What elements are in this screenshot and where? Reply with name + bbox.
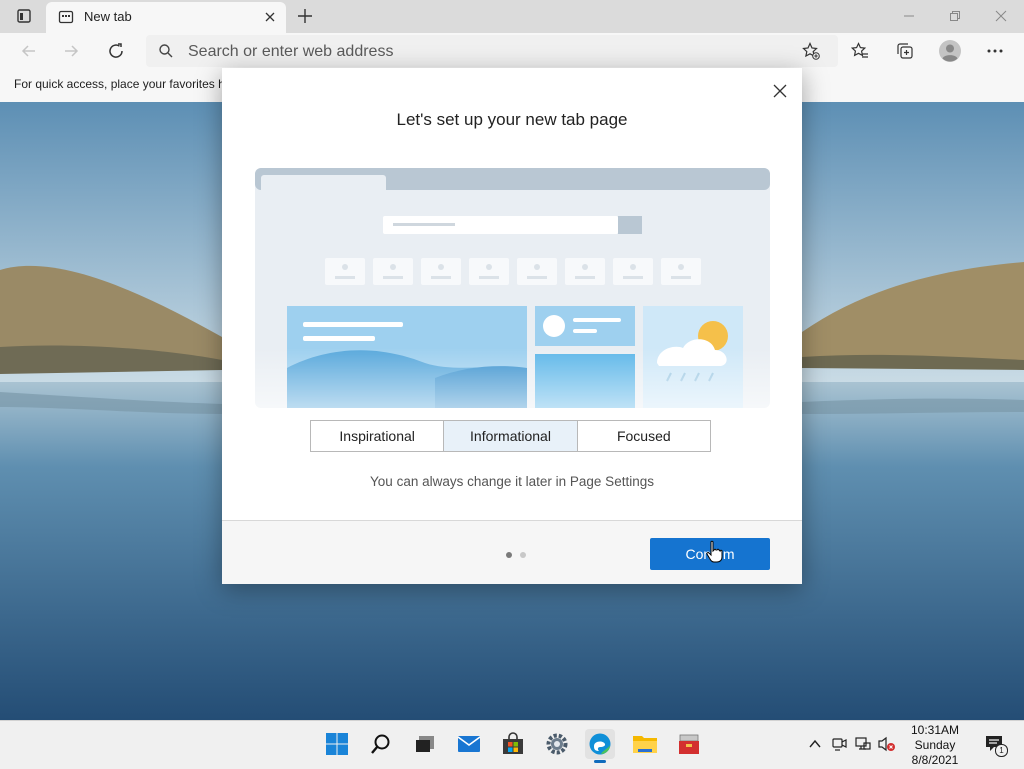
more-icon[interactable]: [980, 36, 1010, 66]
task-view-icon[interactable]: [410, 729, 440, 759]
search-taskbar-icon[interactable]: [366, 729, 396, 759]
layout-selector: Inspirational Informational Focused: [310, 420, 711, 452]
file-explorer-icon[interactable]: [630, 729, 660, 759]
active-app-indicator: [594, 760, 606, 763]
meet-now-icon[interactable]: [830, 735, 848, 753]
start-icon[interactable]: [322, 729, 352, 759]
notification-count: 1: [995, 744, 1008, 757]
edge-icon[interactable]: [585, 729, 615, 763]
settings-icon[interactable]: [542, 729, 572, 759]
mail-icon[interactable]: [454, 729, 484, 759]
address-placeholder[interactable]: Search or enter web address: [188, 43, 393, 61]
store-icon[interactable]: [498, 729, 528, 759]
search-icon: [158, 43, 174, 64]
dialog-footer: Confirm: [222, 520, 802, 584]
option-informational[interactable]: Informational: [443, 420, 578, 452]
back-icon[interactable]: [14, 36, 44, 66]
refresh-icon[interactable]: [101, 36, 131, 66]
new-tab-setup-dialog: Let's set up your new tab page Inspirati…: [222, 68, 802, 584]
minimize-icon[interactable]: [894, 4, 924, 28]
favorites-hint: For quick access, place your favorites h: [14, 77, 225, 91]
tab-new-tab[interactable]: New tab: [46, 2, 286, 33]
option-focused[interactable]: Focused: [576, 420, 711, 452]
page-dot-active: [506, 552, 512, 558]
network-icon[interactable]: [854, 735, 872, 753]
taskbar: 10:31AM Sunday 8/8/2021 1: [0, 720, 1024, 769]
forward-icon[interactable]: [56, 36, 86, 66]
title-bar: New tab: [0, 0, 1024, 33]
new-tab-page-icon: [56, 7, 76, 27]
tab-actions-icon[interactable]: [14, 6, 34, 26]
profile-icon[interactable]: [935, 36, 965, 66]
dialog-title: Let's set up your new tab page: [396, 110, 628, 129]
new-tab-icon[interactable]: [295, 6, 315, 26]
add-favorite-icon[interactable]: [796, 36, 826, 66]
clock-date: 8/8/2021: [911, 753, 959, 767]
system-clock[interactable]: 10:31AM Sunday 8/8/2021: [900, 723, 970, 768]
address-bar[interactable]: Search or enter web address: [146, 35, 838, 67]
option-inspirational[interactable]: Inspirational: [310, 420, 445, 452]
close-tab-icon[interactable]: [260, 7, 280, 27]
collections-icon[interactable]: [890, 36, 920, 66]
clock-day: Sunday: [914, 738, 956, 752]
volume-muted-icon[interactable]: [878, 735, 896, 753]
layout-preview-illustration: [255, 168, 770, 408]
toolbox-icon[interactable]: [674, 729, 704, 759]
tab-title: New tab: [84, 9, 132, 24]
restore-icon[interactable]: [940, 4, 970, 28]
hand-cursor-icon: [706, 540, 724, 569]
settings-note: You can always change it later in Page S…: [370, 474, 654, 489]
clock-time: 10:31AM: [910, 723, 960, 737]
window-close-icon[interactable]: [986, 4, 1016, 28]
chevron-up-icon[interactable]: [806, 735, 824, 753]
toolbar: Search or enter web address: [0, 33, 1024, 70]
favorites-icon[interactable]: [845, 36, 875, 66]
page-dot: [520, 552, 526, 558]
dialog-close-icon[interactable]: [768, 79, 792, 103]
notification-icon[interactable]: 1: [984, 733, 1008, 757]
